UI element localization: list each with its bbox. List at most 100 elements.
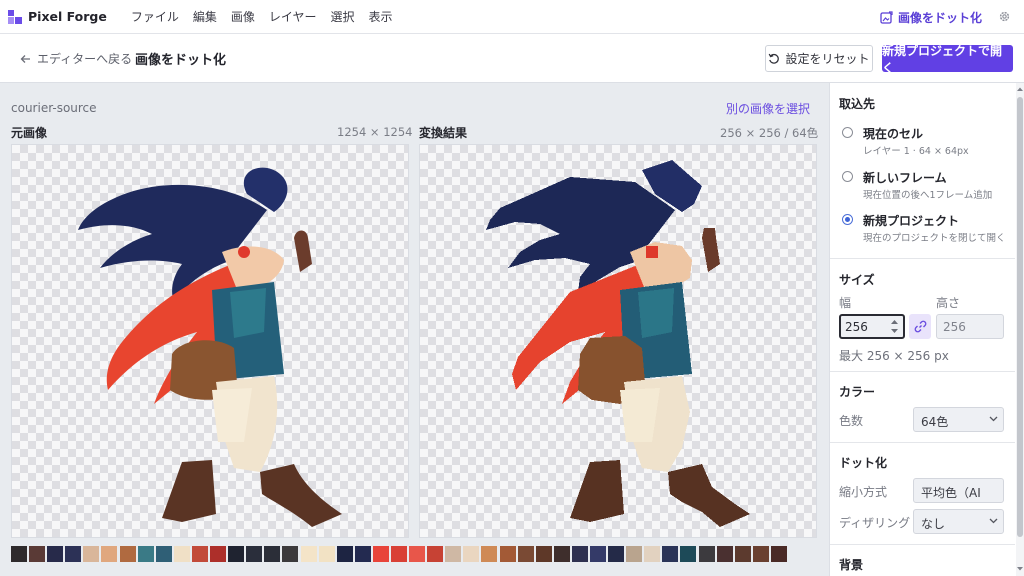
option-sub: レイヤー 1 · 64 × 64px: [863, 146, 969, 157]
app-logo: Pixel Forge: [0, 9, 107, 24]
max-size-text: 最大 256 × 256 px: [839, 349, 949, 363]
palette-swatch[interactable]: [409, 546, 426, 562]
palette-swatch[interactable]: [155, 546, 172, 562]
menu-image[interactable]: 画像: [231, 8, 255, 25]
palette-swatch[interactable]: [571, 546, 588, 562]
palette-swatch[interactable]: [318, 546, 335, 562]
menu-file[interactable]: ファイル: [131, 8, 179, 25]
palette-swatch[interactable]: [47, 546, 64, 562]
main-area: courier-source 別の画像を選択 元画像 1254 × 1254 変…: [0, 83, 829, 576]
menu-edit[interactable]: 編集: [193, 8, 217, 25]
color-count-select[interactable]: 64色: [913, 407, 1004, 432]
result-title: 変換結果: [419, 126, 468, 140]
palette-swatch[interactable]: [65, 546, 82, 562]
source-filename: courier-source: [11, 101, 97, 115]
palette-swatch[interactable]: [119, 546, 136, 562]
palette-swatch[interactable]: [29, 546, 46, 562]
result-image-canvas[interactable]: [419, 144, 817, 538]
palette-swatch[interactable]: [264, 546, 281, 562]
select-other-image-link[interactable]: 別の画像を選択: [726, 100, 810, 117]
color-count-label: 色数: [839, 414, 864, 428]
character-illustration: [78, 167, 342, 527]
toolbar: エディターへ戻る 画像をドット化 設定をリセット 新規プロジェクトで開く: [0, 34, 1024, 83]
chevron-down-icon: [989, 518, 998, 524]
radio-current-cell[interactable]: [842, 127, 853, 138]
palette-swatch[interactable]: [210, 546, 227, 562]
width-value: 256: [845, 320, 868, 334]
palette-swatch[interactable]: [83, 546, 100, 562]
palette-swatch[interactable]: [282, 546, 299, 562]
palette-swatch[interactable]: [770, 546, 787, 562]
palette-swatch[interactable]: [752, 546, 769, 562]
open-new-project-button[interactable]: 新規プロジェクトで開く: [882, 44, 1013, 75]
palette-swatch[interactable]: [716, 546, 733, 562]
downscale-method-select[interactable]: 平均色（AI: [913, 478, 1004, 503]
palette-swatch[interactable]: [137, 546, 154, 562]
panel-scrollbar[interactable]: [1016, 83, 1024, 576]
palette-swatch[interactable]: [680, 546, 697, 562]
target-title: 取込先: [839, 97, 876, 111]
number-stepper-icon[interactable]: [890, 318, 899, 335]
color-palette: [11, 546, 817, 562]
original-image-canvas[interactable]: [11, 144, 409, 538]
divider: [830, 442, 1015, 443]
palette-swatch[interactable]: [499, 546, 516, 562]
scroll-down-icon[interactable]: [1016, 565, 1024, 573]
palette-swatch[interactable]: [445, 546, 462, 562]
palette-swatch[interactable]: [336, 546, 353, 562]
palette-swatch[interactable]: [481, 546, 498, 562]
palette-swatch[interactable]: [101, 546, 118, 562]
pixelated-character-illustration: [486, 160, 750, 527]
radio-new-project[interactable]: [842, 214, 853, 225]
link-icon: [914, 320, 926, 333]
scroll-up-icon[interactable]: [1016, 85, 1024, 93]
width-input[interactable]: 256: [839, 314, 905, 339]
pixelate-title: ドット化: [839, 456, 888, 470]
palette-swatch[interactable]: [662, 546, 679, 562]
scroll-thumb[interactable]: [1017, 97, 1023, 537]
palette-swatch[interactable]: [590, 546, 606, 562]
palette-swatch[interactable]: [191, 546, 208, 562]
palette-swatch[interactable]: [372, 546, 389, 562]
menu-layer[interactable]: レイヤー: [269, 8, 317, 25]
palette-swatch[interactable]: [608, 546, 625, 562]
palette-swatch[interactable]: [173, 546, 190, 562]
aspect-lock-button[interactable]: [909, 314, 931, 339]
mode-indicator[interactable]: 画像をドット化: [880, 9, 982, 26]
menu-view[interactable]: 表示: [369, 8, 393, 25]
palette-swatch[interactable]: [300, 546, 317, 562]
chevron-down-icon: [989, 416, 998, 422]
palette-swatch[interactable]: [463, 546, 480, 562]
dither-select[interactable]: なし: [913, 509, 1004, 534]
divider: [830, 371, 1015, 372]
palette-swatch[interactable]: [698, 546, 715, 562]
palette-swatch[interactable]: [535, 546, 552, 562]
reset-icon: [769, 53, 780, 64]
palette-swatch[interactable]: [354, 546, 371, 562]
reset-label: 設定をリセット: [785, 52, 870, 66]
palette-swatch[interactable]: [734, 546, 751, 562]
palette-swatch[interactable]: [228, 546, 245, 562]
palette-swatch[interactable]: [553, 546, 570, 562]
target-section: 取込先 現在のセル レイヤー 1 · 64 × 64px 新しいフレーム 現在位…: [830, 83, 1015, 259]
back-label: エディターへ戻る: [37, 52, 133, 66]
menu-select[interactable]: 選択: [331, 8, 355, 25]
radio-new-frame[interactable]: [842, 171, 853, 182]
gear-icon[interactable]: [998, 10, 1011, 23]
image-edit-icon: [880, 11, 893, 24]
method-value: 平均色（AI: [921, 486, 981, 500]
height-input[interactable]: 256: [936, 314, 1004, 339]
palette-swatch[interactable]: [390, 546, 407, 562]
divider: [830, 544, 1015, 545]
palette-swatch[interactable]: [246, 546, 263, 562]
palette-swatch[interactable]: [644, 546, 661, 562]
back-to-editor-button[interactable]: エディターへ戻る: [20, 50, 132, 67]
palette-swatch[interactable]: [517, 546, 534, 562]
palette-swatch[interactable]: [427, 546, 444, 562]
option-label: 現在のセル: [863, 127, 924, 141]
reset-settings-button[interactable]: 設定をリセット: [765, 45, 873, 72]
height-label: 高さ: [936, 296, 961, 310]
option-label: 新規プロジェクト: [863, 214, 960, 228]
palette-swatch[interactable]: [626, 546, 643, 562]
palette-swatch[interactable]: [11, 546, 27, 562]
